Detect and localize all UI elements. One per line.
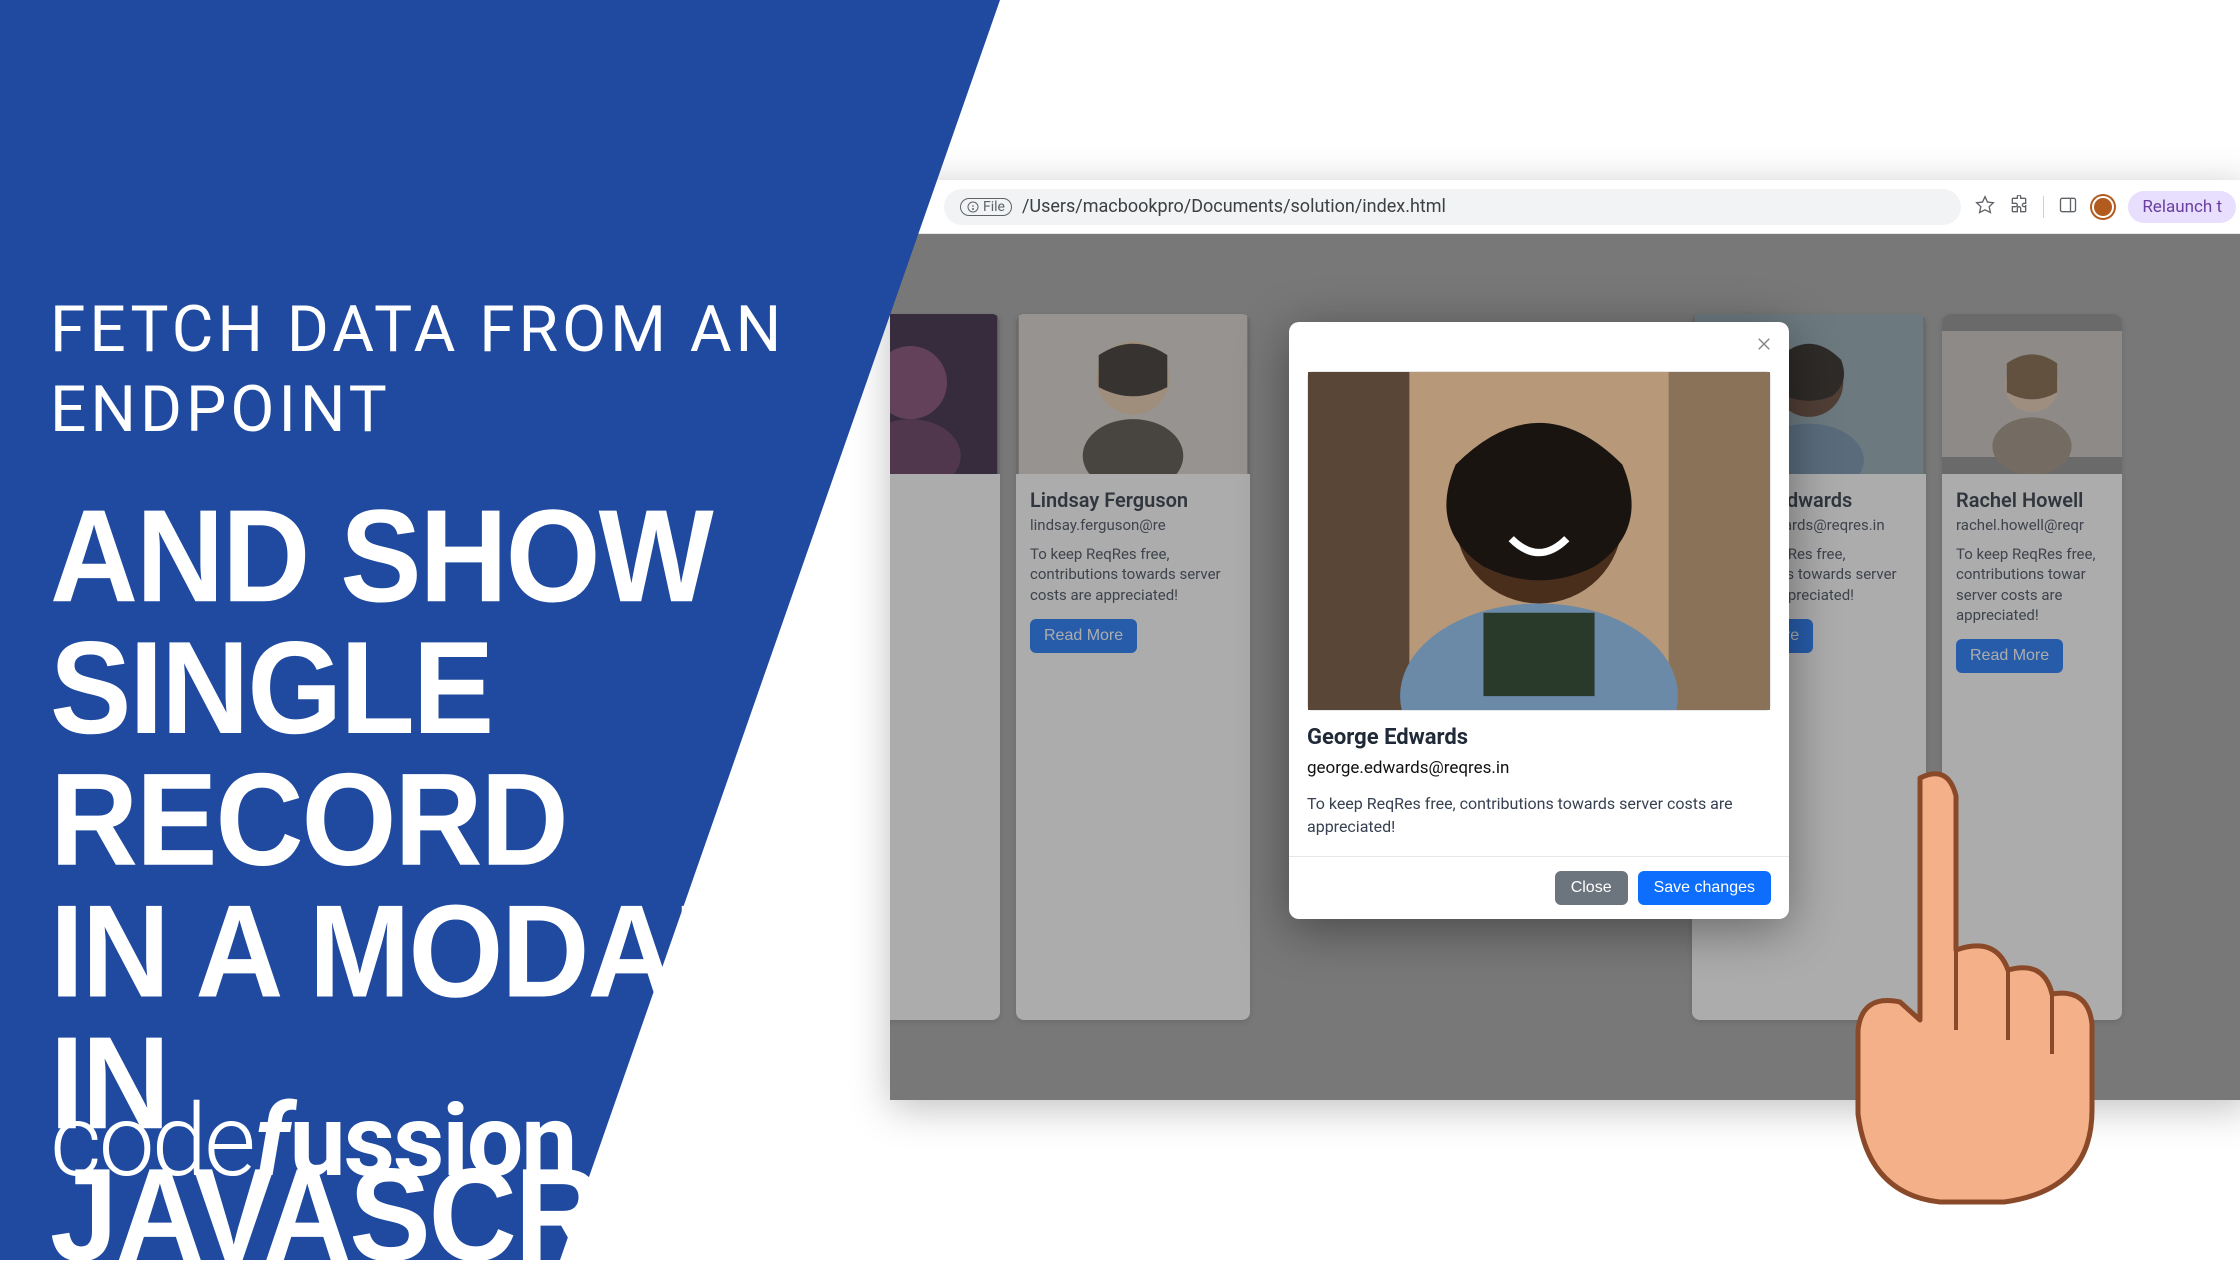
omnibox[interactable]: File /Users/macbookpro/Documents/solutio… (944, 189, 1961, 225)
relaunch-button[interactable]: Relaunch t (2128, 191, 2236, 223)
pointing-hand-illustration (1800, 770, 2140, 1214)
logo-part2: f (255, 1083, 288, 1200)
codefussion-logo: codefussion (50, 1083, 575, 1200)
banner-title-line: JAVASCRIPT (50, 1149, 850, 1281)
banner-title: AND SHOW SINGLE RECORD IN A MODAL IN JAV… (50, 490, 850, 1281)
file-chip-label: File (983, 199, 1005, 215)
modal-image (1307, 371, 1771, 711)
modal-user-email: george.edwards@reqres.in (1307, 758, 1771, 778)
modal-body: George Edwards george.edwards@reqres.in … (1289, 371, 1789, 856)
extensions-icon[interactable] (2009, 195, 2029, 219)
logo-part1: code (50, 1083, 253, 1200)
url-path: /Users/macbookpro/Documents/solution/ind… (1022, 196, 1446, 217)
side-panel-icon[interactable] (2058, 195, 2078, 219)
modal-header (1289, 322, 1789, 371)
file-chip: File (960, 198, 1012, 216)
save-changes-button[interactable]: Save changes (1638, 871, 1771, 905)
modal-footer: Close Save changes (1289, 856, 1789, 919)
logo-part3: ussion (290, 1083, 576, 1200)
divider (2043, 196, 2044, 218)
star-icon[interactable] (1975, 195, 1995, 219)
user-detail-modal: George Edwards george.edwards@reqres.in … (1289, 322, 1789, 919)
reload-icon[interactable] (904, 194, 930, 220)
profile-avatar[interactable] (2092, 196, 2114, 218)
banner-title-line: AND SHOW (50, 490, 850, 622)
modal-user-name: George Edwards (1307, 725, 1771, 750)
banner-subtitle: FETCH DATA FROM AN ENDPOINT (50, 290, 850, 450)
modal-user-text: To keep ReqRes free, contributions towar… (1307, 792, 1771, 838)
banner-title-line: SINGLE RECORD (50, 622, 850, 886)
browser-address-bar: File /Users/macbookpro/Documents/solutio… (890, 180, 2240, 234)
banner-title-line: IN A MODAL IN (50, 885, 850, 1149)
address-bar-right: Relaunch t (1975, 191, 2236, 223)
close-button[interactable]: Close (1555, 871, 1628, 905)
close-icon[interactable] (1755, 334, 1773, 359)
